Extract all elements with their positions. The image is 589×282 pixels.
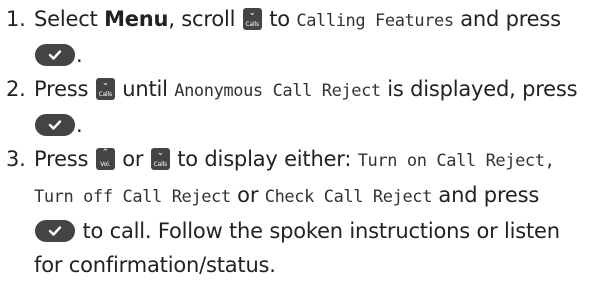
step-number: 3. bbox=[6, 147, 26, 171]
text: and press bbox=[431, 183, 540, 207]
step-text: Press ⌃ Vol. or ⌄ Calls to display either:… bbox=[34, 142, 586, 282]
step-3: 3. Press ⌃ Vol. or ⌄ Calls to display eith… bbox=[6, 142, 586, 282]
text: . bbox=[76, 113, 83, 137]
ok-key-icon bbox=[35, 114, 75, 136]
display-text: Anonymous Call Reject bbox=[174, 81, 381, 101]
menu-key-name: Menu bbox=[104, 7, 169, 31]
checkmark-icon bbox=[48, 50, 62, 60]
text: to call. Follow the spoken instructions … bbox=[34, 219, 560, 277]
text: or bbox=[230, 183, 265, 207]
text: or bbox=[115, 147, 150, 171]
step-1: 1. Select Menu, scroll ⌄ Calls to Calling… bbox=[6, 2, 586, 72]
checkmark-icon bbox=[48, 226, 62, 236]
checkmark-icon bbox=[48, 120, 62, 130]
step-number: 2. bbox=[6, 77, 26, 101]
chevron-down-icon: ⌄ bbox=[101, 78, 110, 88]
key-label: Calls bbox=[245, 21, 260, 28]
step-number: 1. bbox=[6, 7, 26, 31]
text: . bbox=[76, 43, 83, 67]
vol-up-key-icon: ⌃ Vol. bbox=[95, 148, 115, 170]
step-text: Press ⌄ Calls until Anonymous Call Reject… bbox=[34, 72, 586, 142]
text: to bbox=[262, 7, 297, 31]
text: Press bbox=[34, 147, 95, 171]
text: Select bbox=[34, 7, 105, 31]
ok-key-icon bbox=[35, 44, 75, 66]
chevron-down-icon: ⌄ bbox=[156, 148, 165, 158]
instruction-list: 1. Select Menu, scroll ⌄ Calls to Calling… bbox=[6, 2, 586, 282]
key-label: Calls bbox=[98, 91, 113, 98]
text: Press bbox=[34, 77, 95, 101]
chevron-down-icon: ⌄ bbox=[248, 8, 257, 18]
calls-down-key-icon: ⌄ Calls bbox=[242, 8, 262, 30]
calls-down-key-icon: ⌄ Calls bbox=[150, 148, 170, 170]
display-text: Turn off Call Reject bbox=[34, 187, 231, 207]
text: , scroll bbox=[168, 7, 242, 31]
chevron-up-icon: ⌃ bbox=[101, 148, 110, 158]
calls-down-key-icon: ⌄ Calls bbox=[95, 78, 115, 100]
key-label: Calls bbox=[153, 161, 168, 168]
text: and press bbox=[453, 7, 561, 31]
text: to display either: bbox=[170, 147, 358, 171]
text: until bbox=[115, 77, 175, 101]
key-label: Vol. bbox=[100, 161, 111, 168]
display-text: Calling Features bbox=[296, 11, 454, 31]
ok-key-icon bbox=[35, 220, 75, 242]
step-2: 2. Press ⌄ Calls until Anonymous Call Rej… bbox=[6, 72, 586, 142]
text: is displayed, press bbox=[380, 77, 578, 101]
display-text: Check Call Reject bbox=[264, 187, 433, 207]
display-text: Turn on Call Reject, bbox=[357, 151, 555, 171]
step-text: Select Menu, scroll ⌄ Calls to Calling Fe… bbox=[34, 2, 586, 72]
